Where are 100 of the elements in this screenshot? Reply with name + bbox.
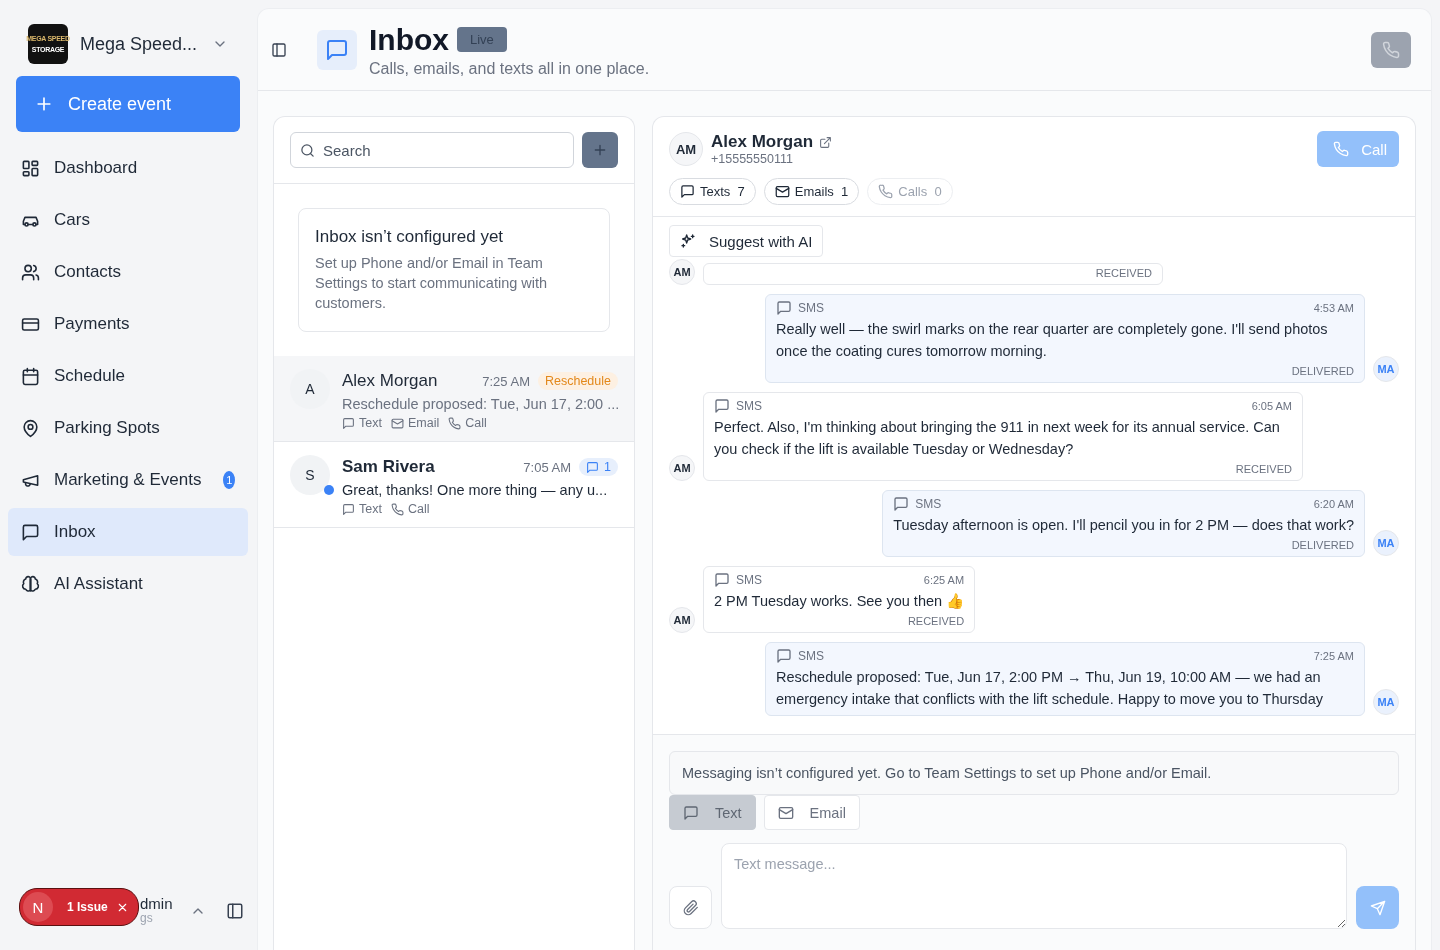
- sidebar-item[interactable]: AI Assistant: [8, 560, 248, 608]
- sidebar-item[interactable]: Cars: [8, 196, 248, 244]
- phone-icon: [1333, 141, 1350, 157]
- paperclip-icon: [682, 899, 699, 916]
- add-button[interactable]: [582, 132, 618, 168]
- delivery-status: RECEIVED: [1234, 463, 1292, 475]
- sidebar-item[interactable]: Marketing & Events 1: [8, 456, 248, 504]
- mail-icon: [390, 416, 404, 430]
- send-icon: [1369, 899, 1386, 916]
- chat-bubble-icon: [21, 522, 40, 542]
- avatar: AM: [669, 259, 695, 285]
- sidebar-item[interactable]: Parking Spots: [8, 404, 248, 452]
- mode-button[interactable]: Text: [669, 795, 756, 830]
- workspace-name[interactable]: Mega Speed...: [80, 33, 200, 55]
- sidebar-toggle-icon[interactable]: [226, 902, 244, 920]
- time: 7:25 AM: [482, 373, 530, 389]
- user-subtitle: gs: [140, 910, 154, 927]
- message-input[interactable]: Text message...: [721, 843, 1347, 929]
- delivery-status: RECEIVED: [1094, 267, 1152, 279]
- time: 6:05 AM: [1250, 400, 1292, 412]
- channel-label: Text: [359, 502, 382, 516]
- channel-tab[interactable]: Texts 7: [669, 178, 756, 205]
- contact-name: Alex Morgan: [711, 132, 814, 152]
- tag: Reschedule: [538, 372, 618, 390]
- phone-icon: [448, 416, 462, 430]
- sidebar-item[interactable]: Schedule: [8, 352, 248, 400]
- delivery-status: DELIVERED: [1290, 539, 1354, 551]
- avatar: AM: [669, 455, 695, 481]
- page-subtitle: Calls, emails, and texts all in one place.: [369, 59, 651, 78]
- calendar-icon: [21, 366, 40, 386]
- notice-title: Inbox isn’t configured yet: [315, 227, 505, 247]
- sidebar-item[interactable]: Dashboard: [8, 144, 248, 192]
- map-pin-icon: [21, 418, 40, 438]
- channel-label: Email: [407, 416, 440, 430]
- external-link-icon[interactable]: [819, 135, 833, 149]
- count-badge: 1: [223, 471, 235, 489]
- issue-label[interactable]: 1 Issue: [67, 900, 108, 914]
- issue-badge[interactable]: N 1 Issue: [19, 888, 139, 926]
- avatar: AM: [669, 132, 703, 166]
- avatar: MA: [1373, 689, 1399, 715]
- avatar: MA: [1373, 356, 1399, 382]
- channel-label: Call: [407, 502, 430, 516]
- chat-bubble-icon: [714, 398, 730, 414]
- phone-icon: [390, 502, 404, 516]
- page-title: Inbox: [369, 21, 449, 58]
- message-preview: Great, thanks! One more thing — any u...: [342, 482, 609, 498]
- message-text: Really well — the swirl marks on the rear quarter are completely gone. I'll send photos once the coating cures tomorrow morning.: [776, 320, 1329, 361]
- chat-bubble-icon: [342, 416, 355, 430]
- channel-label: SMS: [736, 399, 762, 413]
- conversation-item[interactable]: A Alex Morgan 7:25 AM Reschedule Reschedule proposed: Tue, Jun 17, 2:00 ... Text Email Call: [274, 356, 634, 442]
- chat-bubble-icon: [683, 804, 699, 821]
- search-icon: [300, 143, 315, 158]
- channel-tab[interactable]: Emails 1: [763, 178, 860, 205]
- chat-bubble-icon: [586, 460, 600, 474]
- brain-icon: [21, 574, 40, 594]
- time: 7:05 AM: [523, 459, 572, 475]
- sidebar-item[interactable]: Contacts: [8, 248, 248, 296]
- time: 6:20 AM: [1312, 498, 1354, 510]
- sidebar-item[interactable]: Payments: [8, 300, 248, 348]
- sidebar-item[interactable]: Inbox: [8, 508, 248, 556]
- contact-name: Alex Morgan: [342, 371, 439, 391]
- channel-label: SMS: [798, 301, 824, 315]
- channel-label: SMS: [798, 649, 824, 663]
- mode-button[interactable]: Email: [763, 795, 860, 830]
- conversation-item[interactable]: S Sam Rivera 7:05 AM 1 Great, thanks! One more thing — any u... Text Call: [274, 442, 634, 528]
- phone-icon: [878, 184, 894, 199]
- search-field[interactable]: Search: [290, 132, 574, 168]
- message-text: Perfect. Also, I'm thinking about bringing the 911 in next week for its annual service. Can you check if the lift is available Tuesday or Wednesday?: [714, 418, 1281, 459]
- message-text: Reschedule proposed: Tue, Jun 17, 2:00 PM → Thu, Jun 19, 10:00 AM — we had an emergency intake that conflicts with the lift schedule. Happy to move you to Thursday: [776, 668, 1324, 709]
- avatar: N: [23, 892, 53, 922]
- chat-bubble-icon: [325, 37, 349, 62]
- chat-bubble-icon: [893, 496, 910, 512]
- message-preview: Reschedule proposed: Tue, Jun 17, 2:00 ...: [342, 396, 618, 412]
- user-name: dmin: [140, 895, 174, 913]
- count: 1: [604, 460, 611, 474]
- attach-button[interactable]: [669, 886, 712, 929]
- suggest-with-ai-button[interactable]: Suggest with AI: [669, 225, 824, 257]
- time: 4:53 AM: [1312, 302, 1354, 314]
- contacts-icon: [21, 262, 40, 282]
- dashboard-icon: [21, 158, 40, 178]
- avatar: A: [290, 369, 330, 409]
- channel-label: Text: [359, 416, 382, 430]
- notice-text: Set up Phone and/or Email in Team Settings to start communicating with customers.: [315, 254, 549, 313]
- channel-label: SMS: [736, 573, 762, 587]
- time: 7:25 AM: [1312, 650, 1354, 662]
- sparkles-icon: [680, 233, 696, 249]
- message-text: 2 PM Tuesday works. See you then 👍: [714, 592, 965, 611]
- phone-icon: [1382, 40, 1400, 59]
- mail-icon: [777, 804, 794, 821]
- avatar: AM: [669, 607, 695, 633]
- time: 6:25 AM: [922, 574, 965, 586]
- channel-label: SMS: [915, 497, 942, 511]
- notice-text: Messaging isn’t configured yet. Go to Team Settings to set up Phone and/or Email.: [669, 751, 1399, 795]
- chat-bubble-icon: [776, 648, 792, 664]
- mail-icon: [774, 184, 790, 199]
- create-event-button[interactable]: Create event: [16, 76, 240, 132]
- channel-label: Call: [465, 416, 487, 430]
- sidebar-toggle-icon[interactable]: [271, 41, 287, 58]
- plus-icon: [592, 142, 608, 158]
- chat-bubble-icon: [776, 300, 792, 316]
